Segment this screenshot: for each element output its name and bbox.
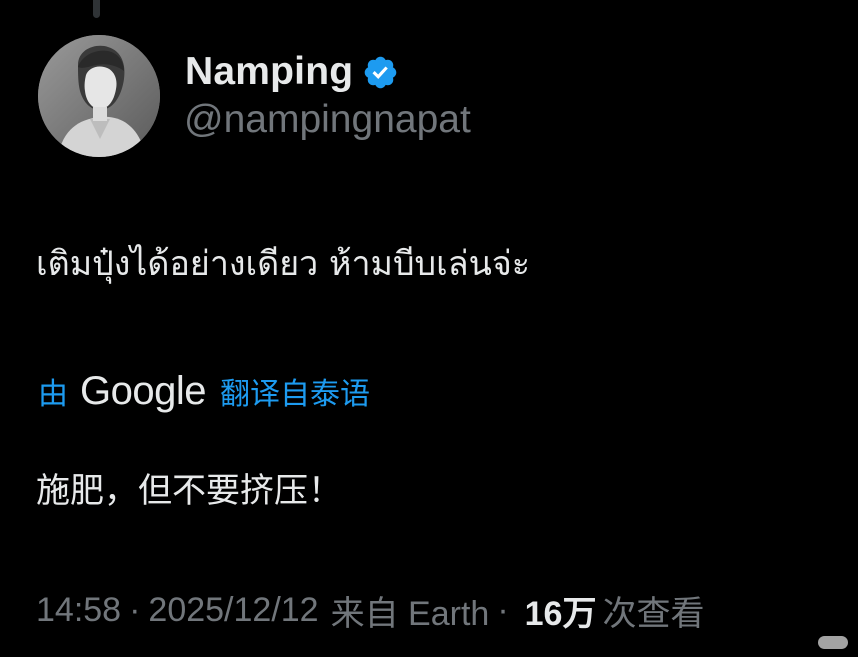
translate-by-label: 由 [38, 377, 68, 412]
meta-separator: · [129, 590, 141, 629]
avatar[interactable] [38, 35, 160, 157]
author-name-row: Namping [185, 48, 399, 96]
tweet-meta: 14:58 · 2025/12/12 来自 Earth · 16万 次查看 [36, 588, 705, 633]
translation-attribution[interactable]: 由 Google 翻译自泰语 [38, 368, 370, 413]
verified-badge-icon [362, 54, 399, 91]
tweet-time[interactable]: 14:58 [36, 591, 121, 630]
watermark [818, 636, 848, 649]
tweet-text: เติมปุ๋งได้อย่างเดียว ห้ามบีบเล่นจ่ะ [36, 244, 530, 284]
author-handle[interactable]: @nampingnapat [184, 98, 471, 142]
meta-separator-2: · [497, 590, 509, 629]
views-count: 16万 [524, 594, 597, 633]
translated-text: 施肥，但不要挤压！ [36, 471, 342, 511]
tweet-date[interactable]: 2025/12/12 [148, 591, 318, 630]
tweet-source: 来自 Earth [330, 594, 490, 633]
google-logo: Google [80, 368, 206, 413]
author-display-name[interactable]: Namping [185, 50, 353, 94]
avatar-photo [38, 35, 160, 157]
views-label: 次查看 [602, 594, 705, 633]
thread-connector-line [93, 0, 100, 18]
translate-from-label[interactable]: 翻译自泰语 [220, 369, 370, 413]
